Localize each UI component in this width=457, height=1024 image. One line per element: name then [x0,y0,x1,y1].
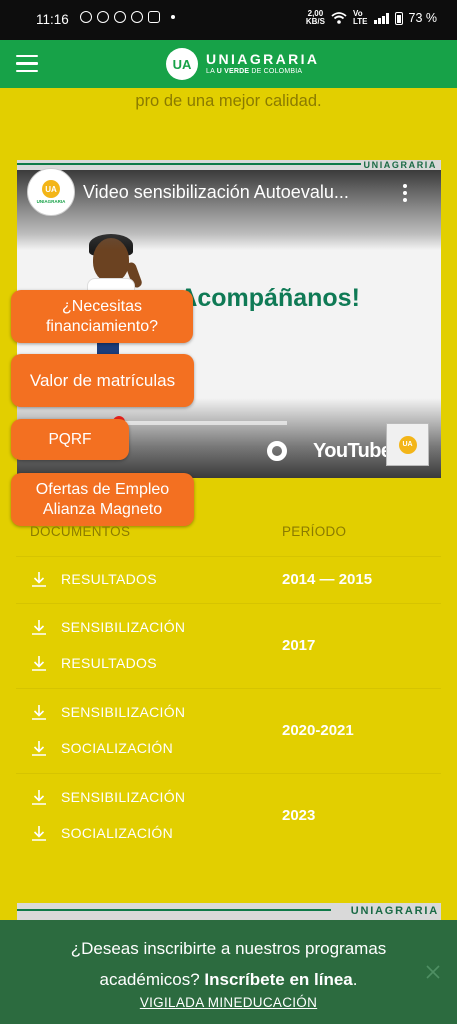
download-icon [32,705,46,720]
volte-indicator: Vo LTE [352,9,368,26]
enroll-online-link[interactable]: Inscríbete en línea [204,970,352,989]
job-offers-button[interactable]: Ofertas de Empleo Alianza Magneto [11,473,194,526]
row-divider [16,603,441,604]
youtube-logo[interactable]: YouTube [313,440,392,463]
video-title[interactable]: Video sensibilización Autoevalu... [83,182,349,203]
financing-button[interactable]: ¿Necesitas financiamiento? [11,290,193,343]
download-icon [32,656,46,671]
site-header: UA UNIAGRARIA LA U VERDE DE COLOMBIA [0,40,457,88]
wifi-icon [331,12,347,24]
pqrf-button[interactable]: PQRF [11,419,129,460]
logo-tagline: LA U VERDE DE COLOMBIA [206,68,303,75]
period-value: 2017 [282,637,316,654]
tuition-button[interactable]: Valor de matrículas [11,354,194,407]
snapchat-icon [80,11,92,23]
video-headline: ¡Acompáñanos! [171,284,360,312]
download-link[interactable]: SENSIBILIZACIÓN [31,619,185,635]
close-icon[interactable] [425,964,441,980]
download-icon [32,826,46,841]
status-time: 11:16 [36,12,69,27]
download-link[interactable]: RESULTADOS [31,571,157,587]
next-video-brand: UNIAGRARIA [350,905,439,917]
battery-percent: 73 % [408,11,438,25]
row-divider [16,773,441,774]
row-divider [16,688,441,689]
download-link[interactable]: RESULTADOS [31,655,157,671]
more-notifications-dot-icon [171,15,175,19]
hamburger-icon[interactable] [16,55,38,73]
logo-mark: UA [166,48,198,80]
channel-avatar[interactable]: UA UNIAGRARIA [27,168,75,216]
youtube-notification-icon [148,11,160,23]
download-icon [32,572,46,587]
channel-watermark[interactable]: UA [386,423,429,466]
download-link[interactable]: SENSIBILIZACIÓN [31,704,185,720]
period-value: 2023 [282,807,316,824]
period-value: 2020-2021 [282,722,354,739]
facebook-icon [97,11,109,23]
logo-name: UNIAGRARIA [206,51,320,67]
vigilada-link[interactable]: VIGILADA MINEDUCACIÓN [0,995,457,1010]
download-icon [32,620,46,635]
download-link[interactable]: SOCIALIZACIÓN [31,825,173,841]
period-value: 2014 — 2015 [282,571,373,588]
signal-icon [373,12,389,24]
messenger-icon [114,11,126,23]
status-indicators: 2,00 KB/S Vo LTE 73 % [306,10,437,26]
video-brand-label: UNIAGRARIA [363,160,437,170]
download-link[interactable]: SOCIALIZACIÓN [31,740,173,756]
download-icon [32,790,46,805]
enrollment-banner: ¿Deseas inscribirte a nuestros programas… [0,920,457,1024]
settings-gear-icon[interactable] [267,441,287,461]
site-logo[interactable]: UA UNIAGRARIA LA U VERDE DE COLOMBIA [166,48,319,80]
banner-message: ¿Deseas inscribirte a nuestros programas… [70,939,387,989]
battery-icon [394,11,403,25]
pinterest-icon [131,11,143,23]
more-options-icon[interactable] [403,184,407,205]
row-divider [16,556,441,557]
download-icon [32,741,46,756]
notification-icons [80,11,175,23]
download-link[interactable]: SENSIBILIZACIÓN [31,789,185,805]
documents-column-header: DOCUMENTOS [30,524,131,539]
period-column-header: PERÍODO [282,524,347,539]
video-progress-bar[interactable] [117,421,287,425]
intro-text: pro de una mejor calidad. [135,92,322,110]
network-speed: 2,00 KB/S [305,9,325,26]
status-bar: 11:16 2,00 KB/S Vo LTE 73 % [0,0,457,40]
